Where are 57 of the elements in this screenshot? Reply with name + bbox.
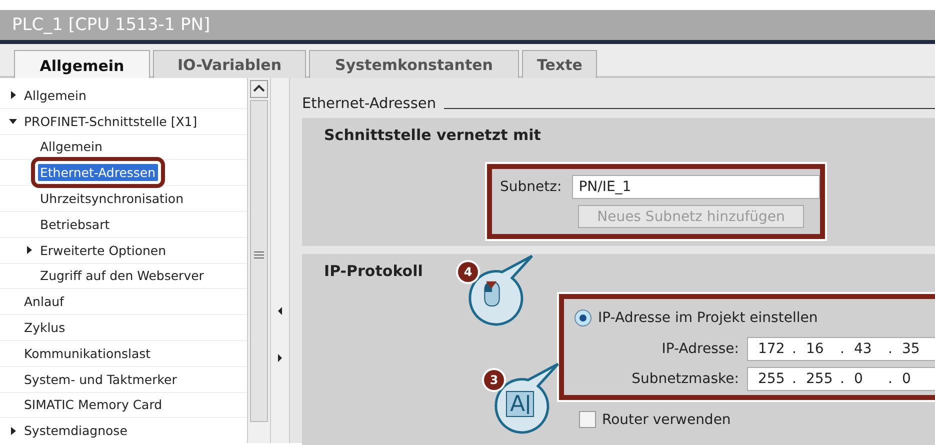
address-octet[interactable]: 0: [902, 368, 935, 390]
radio-button[interactable]: [574, 309, 592, 327]
address-octet[interactable]: 16: [806, 338, 840, 360]
tree-item[interactable]: Uhrzeitsynchronisation: [38, 190, 186, 208]
tree-item[interactable]: Ethernet-Adressen: [38, 164, 158, 182]
tree-item[interactable]: Zyklus: [22, 319, 68, 336]
expander-icon[interactable]: [24, 245, 34, 256]
tree-item[interactable]: SIMATIC Memory Card: [22, 396, 164, 414]
expander-icon[interactable]: [8, 426, 18, 436]
octet-separator: .: [888, 370, 894, 389]
tab[interactable]: IO-Variablen: [153, 50, 306, 78]
field-label: IP-Adresse:: [662, 341, 739, 357]
tab[interactable]: Texte: [522, 50, 598, 78]
tree-item[interactable]: PROFINET-Schnittstelle [X1]: [22, 112, 200, 130]
expander-icon[interactable]: [8, 90, 18, 100]
octet-separator: .: [792, 370, 798, 389]
tree-item[interactable]: System- und Taktmerker: [22, 370, 179, 388]
tree-item[interactable]: Zugriff auf den Webserver: [38, 267, 206, 284]
address-octet[interactable]: 172: [758, 338, 792, 360]
octet-separator: .: [792, 340, 798, 359]
checkbox-label: Router verwenden: [602, 412, 731, 428]
field-label: Subnetzmaske:: [632, 371, 739, 387]
tab[interactable]: Systemkonstanten: [309, 50, 519, 78]
collapse-left-icon[interactable]: [276, 306, 284, 316]
field-label: Subnetz:: [500, 179, 562, 195]
address-octet[interactable]: 255: [806, 368, 840, 390]
address-octet[interactable]: 43: [854, 338, 888, 360]
expander-icon[interactable]: [8, 116, 18, 126]
grip-icon: [254, 251, 264, 259]
tree-item[interactable]: Betriebsart: [38, 216, 112, 233]
scrollbar[interactable]: [247, 78, 270, 443]
address-octet[interactable]: 0: [854, 368, 888, 390]
tree-item[interactable]: Allgemein: [22, 86, 88, 104]
tree-item[interactable]: Systemdiagnose: [22, 422, 130, 440]
step-number: 4: [458, 262, 478, 282]
text-input-icon: A: [506, 391, 534, 417]
tree-item[interactable]: Anlauf: [22, 293, 66, 310]
expand-right-icon[interactable]: [276, 353, 284, 363]
section-title: IP-Protokoll: [324, 262, 423, 282]
octet-separator: .: [840, 340, 846, 359]
checkbox[interactable]: [579, 411, 596, 428]
radio-label: IP-Adresse im Projekt einstellen: [598, 310, 818, 326]
scroll-up-icon[interactable]: [250, 80, 268, 98]
tree-item[interactable]: Erweiterte Optionen: [38, 242, 168, 259]
tree-item[interactable]: Allgemein: [38, 138, 104, 156]
tab[interactable]: Allgemein: [14, 50, 150, 80]
octet-separator: .: [888, 340, 894, 359]
address-octet[interactable]: 255: [758, 368, 792, 390]
window-title: PLC_1 [CPU 1513-1 PN]: [0, 10, 935, 44]
tree-item[interactable]: Kommunikationslast: [22, 344, 153, 362]
section-heading: Ethernet-Adressen: [302, 96, 436, 112]
octet-separator: .: [840, 370, 846, 389]
section-title: Schnittstelle vernetzt mit: [324, 126, 541, 146]
step-number: 3: [484, 370, 504, 390]
address-octet[interactable]: 35: [902, 338, 935, 360]
mouse-icon: [482, 280, 502, 308]
subnet-field[interactable]: PN/IE_1: [572, 175, 820, 199]
